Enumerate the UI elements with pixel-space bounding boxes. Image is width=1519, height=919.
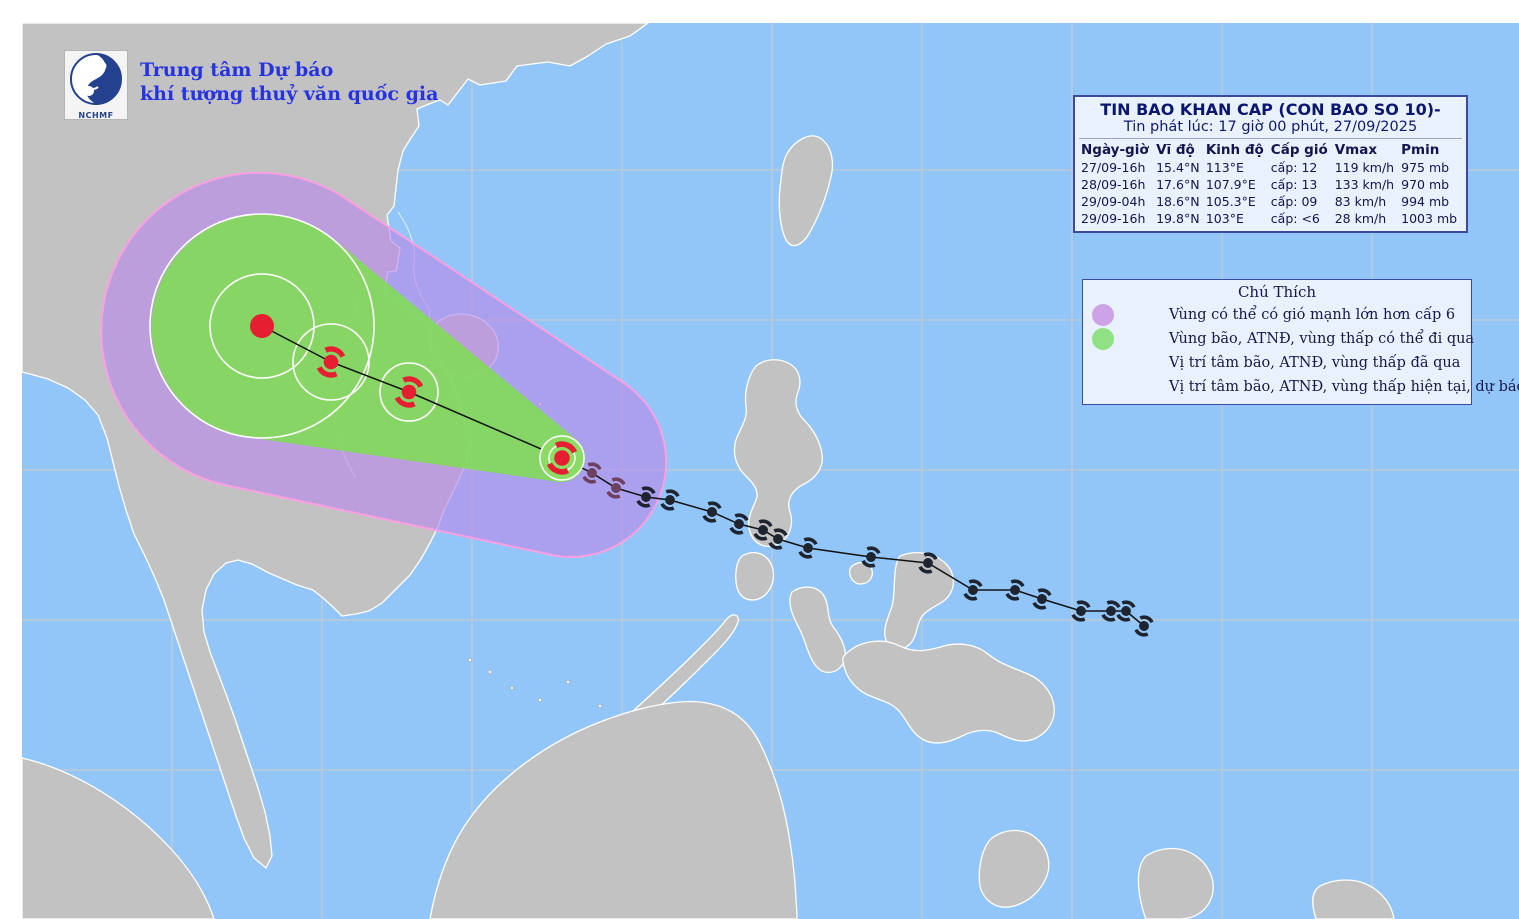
storm-bulletin-panel: TIN BAO KHAN CAP (CON BAO SO 10)- Tin ph… xyxy=(1073,95,1468,233)
legend-item-label: Vùng có thể có gió mạnh lớn hơn cấp 6 xyxy=(1169,307,1455,323)
forecast-table: Ngày-giờ Vĩ độ Kinh độ Cấp gió Vmax Pmin… xyxy=(1079,141,1462,227)
track-area-swatch-icon xyxy=(1089,327,1119,351)
islet-dot xyxy=(488,670,492,674)
cell: cấp: 12 xyxy=(1269,159,1333,176)
legend-item-label: Vùng bão, ATNĐ, vùng thấp có thể đi qua xyxy=(1169,331,1474,347)
cell: 29/09-04h xyxy=(1079,193,1154,210)
cell: cấp: 13 xyxy=(1269,176,1333,193)
cell: 133 km/h xyxy=(1333,176,1399,193)
cell: 27/09-16h xyxy=(1079,159,1154,176)
storm-forecast-page: NCHMF Trung tâm Dự báo khí tượng thuỷ vă… xyxy=(0,0,1519,919)
cell: 975 mb xyxy=(1399,159,1462,176)
cell: 83 km/h xyxy=(1333,193,1399,210)
col-pmin: Pmin xyxy=(1399,141,1462,159)
table-row: 28/09-16h17.6°N107.9°Ecấp: 13133 km/h970… xyxy=(1079,176,1462,193)
cell: cấp: <6 xyxy=(1269,210,1333,227)
current-position-icons xyxy=(1089,375,1169,399)
cell: 15.4°N xyxy=(1154,159,1204,176)
legend-item-current-positions: Vị trí tâm bão, ATNĐ, vùng thấp hiện tại… xyxy=(1089,375,1465,399)
table-row: 29/09-04h18.6°N105.3°Ecấp: 0983 km/h994 … xyxy=(1079,193,1462,210)
col-latitude: Vĩ độ xyxy=(1154,141,1204,159)
cell: 119 km/h xyxy=(1333,159,1399,176)
forecast-table-header: Ngày-giờ Vĩ độ Kinh độ Cấp gió Vmax Pmin xyxy=(1079,141,1462,159)
cell: 107.9°E xyxy=(1204,176,1269,193)
org-name-line1: Trung tâm Dự báo xyxy=(140,58,438,82)
nchmf-logo-label: NCHMF xyxy=(65,111,127,120)
col-wind-level: Cấp gió xyxy=(1269,141,1333,159)
legend-item-label: Vị trí tâm bão, ATNĐ, vùng thấp hiện tại… xyxy=(1169,379,1519,395)
cell: 19.8°N xyxy=(1154,210,1204,227)
legend-panel: Chú Thích Vùng có thể có gió mạnh lớn hơ… xyxy=(1082,279,1472,405)
bulletin-title: TIN BAO KHAN CAP (CON BAO SO 10)- xyxy=(1079,100,1462,119)
legend-item-past-positions: Vị trí tâm bão, ATNĐ, vùng thấp đã qua xyxy=(1089,351,1465,375)
legend-item-wind-area: Vùng có thể có gió mạnh lớn hơn cấp 6 xyxy=(1089,303,1465,327)
cell: 1003 mb xyxy=(1399,210,1462,227)
landmass xyxy=(736,553,774,600)
col-vmax: Vmax xyxy=(1333,141,1399,159)
past-position-icons xyxy=(1089,351,1169,375)
cell: 994 mb xyxy=(1399,193,1462,210)
table-row: 29/09-16h19.8°N103°Ecấp: <628 km/h1003 m… xyxy=(1079,210,1462,227)
islet-dot xyxy=(468,658,472,662)
legend-item-track-area: Vùng bão, ATNĐ, vùng thấp có thể đi qua xyxy=(1089,327,1465,351)
cell: 18.6°N xyxy=(1154,193,1204,210)
cell: 28 km/h xyxy=(1333,210,1399,227)
cell: 105.3°E xyxy=(1204,193,1269,210)
col-datetime: Ngày-giờ xyxy=(1079,141,1154,159)
table-row: 27/09-16h15.4°N113°Ecấp: 12119 km/h975 m… xyxy=(1079,159,1462,176)
cell: cấp: 09 xyxy=(1269,193,1333,210)
remnant-low-icon xyxy=(250,314,274,338)
org-name-line2: khí tượng thuỷ văn quốc gia xyxy=(140,82,438,106)
nchmf-logo: NCHMF xyxy=(64,50,128,120)
cell: 17.6°N xyxy=(1154,176,1204,193)
wind-area-swatch-icon xyxy=(1089,303,1119,327)
legend-title: Chú Thích xyxy=(1089,283,1465,301)
cell: 29/09-16h xyxy=(1079,210,1154,227)
cell: 970 mb xyxy=(1399,176,1462,193)
cell: 28/09-16h xyxy=(1079,176,1154,193)
org-name: Trung tâm Dự báo khí tượng thuỷ văn quốc… xyxy=(140,58,438,106)
islet-dot xyxy=(510,686,514,690)
org-header: NCHMF Trung tâm Dự báo khí tượng thuỷ vă… xyxy=(64,50,438,120)
cell: 113°E xyxy=(1204,159,1269,176)
cell: 103°E xyxy=(1204,210,1269,227)
islet-dot xyxy=(566,680,570,684)
nchmf-logo-icon xyxy=(66,51,126,107)
col-longitude: Kinh độ xyxy=(1204,141,1269,159)
islet-dot xyxy=(538,698,542,702)
legend-item-label: Vị trí tâm bão, ATNĐ, vùng thấp đã qua xyxy=(1169,355,1460,371)
islet-dot xyxy=(598,704,602,708)
bulletin-issued-time: Tin phát lúc: 17 giờ 00 phút, 27/09/2025 xyxy=(1079,119,1462,139)
